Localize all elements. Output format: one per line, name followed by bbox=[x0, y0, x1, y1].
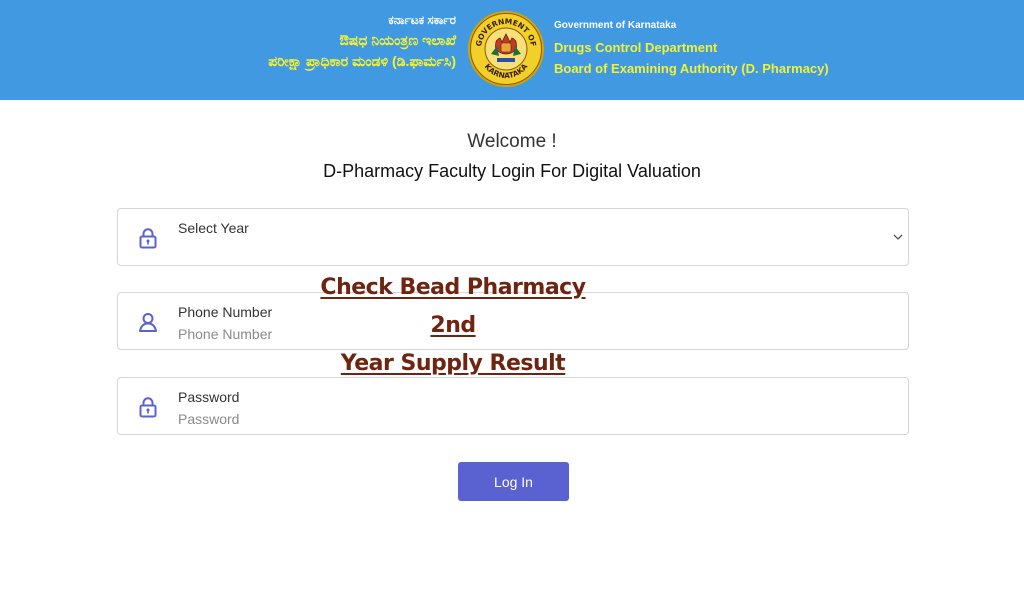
chevron-down-icon[interactable] bbox=[892, 232, 904, 242]
user-icon bbox=[139, 313, 157, 332]
kannada-dept-title: ಔಷಧ ನಿಯಂತ್ರಣ ಇಲಾಖೆ bbox=[339, 32, 456, 48]
overlay-caption-line2: Year Supply Result bbox=[340, 351, 566, 376]
english-dept-title: Drugs Control Department bbox=[554, 40, 718, 55]
page-subtitle: D-Pharmacy Faculty Login For Digital Val… bbox=[323, 161, 701, 181]
kannada-board-title: ಪರೀಕ್ಷಾ ಪ್ರಾಧಿಕಾರ ಮಂಡಳಿ (ಡಿ.ಫಾರ್ಮಸಿ) bbox=[268, 53, 456, 69]
password-label: Password bbox=[178, 389, 240, 405]
lock-icon bbox=[139, 397, 157, 418]
year-select[interactable]: Select Year bbox=[117, 208, 909, 266]
lock-icon bbox=[139, 228, 157, 249]
login-button[interactable]: Log In bbox=[458, 462, 569, 501]
overlay-caption-line1: Check Bead Pharmacy 2nd bbox=[320, 275, 586, 338]
site-header: ಕರ್ನಾಟಕ ಸರ್ಕಾರ ಔಷಧ ನಿಯಂತ್ರಣ ಇಲಾಖೆ ಪರೀಕ್ಷ… bbox=[0, 0, 1024, 100]
kannada-govt-title: ಕರ್ನಾಟಕ ಸರ್ಕಾರ bbox=[388, 13, 456, 27]
karnataka-emblem-logo: GOVERNMENT OF KARNATAKA bbox=[468, 11, 544, 87]
phone-number-input[interactable]: Phone Number bbox=[178, 326, 272, 342]
password-input[interactable]: Password bbox=[178, 411, 239, 427]
welcome-heading: Welcome ! bbox=[467, 131, 557, 152]
phone-number-label: Phone Number bbox=[178, 304, 273, 320]
english-board-title: Board of Examining Authority (D. Pharmac… bbox=[554, 61, 829, 76]
english-title-block: Government of Karnataka Drugs Control De… bbox=[554, 20, 829, 76]
password-field[interactable]: Password Password bbox=[117, 377, 909, 435]
overlay-caption: Check Bead Pharmacy 2nd Year Supply Resu… bbox=[307, 269, 599, 383]
year-label: Select Year bbox=[178, 220, 249, 236]
kannada-title-block: ಕರ್ನಾಟಕ ಸರ್ಕಾರ ಔಷಧ ನಿಯಂತ್ರಣ ಇಲಾಖೆ ಪರೀಕ್ಷ… bbox=[268, 14, 456, 68]
english-govt-title: Government of Karnataka bbox=[554, 20, 677, 31]
